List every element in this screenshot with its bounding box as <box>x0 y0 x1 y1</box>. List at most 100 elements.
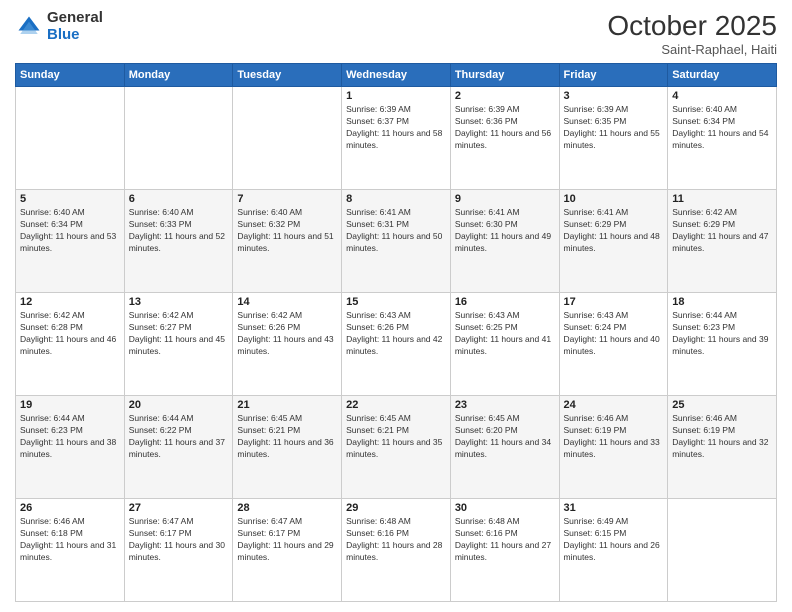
calendar-cell <box>16 87 125 190</box>
day-number: 1 <box>346 90 446 102</box>
calendar-cell: 16 Sunrise: 6:43 AMSunset: 6:25 PMDayligh… <box>450 293 559 396</box>
logo: General Blue <box>15 10 103 43</box>
day-info: Sunrise: 6:45 AMSunset: 6:21 PMDaylight:… <box>237 413 337 461</box>
calendar-cell: 13Sunrise: 6:42 AMSunset: 6:27 PMDayligh… <box>124 293 233 396</box>
calendar-cell: 19 Sunrise: 6:44 AMSunset: 6:23 PMDayligh… <box>16 396 125 499</box>
calendar-cell: 24 Sunrise: 6:46 AMSunset: 6:19 PMDayligh… <box>559 396 668 499</box>
day-info: Sunrise: 6:40 AMSunset: 6:32 PMDaylight:… <box>237 207 337 255</box>
day-info: Sunrise: 6:46 AMSunset: 6:18 PMDaylight:… <box>20 516 120 564</box>
day-number: 13 <box>129 296 229 308</box>
day-number: 19 <box>20 399 120 411</box>
calendar-cell: 11 Sunrise: 6:42 AMSunset: 6:29 PMDayligh… <box>668 190 777 293</box>
day-number: 14 <box>237 296 337 308</box>
calendar-cell <box>668 499 777 602</box>
header: General Blue October 2025 Saint-Raphael,… <box>15 10 777 57</box>
day-number: 10 <box>564 193 664 205</box>
day-number: 18 <box>672 296 772 308</box>
calendar-cell: 7 Sunrise: 6:40 AMSunset: 6:32 PMDaylight… <box>233 190 342 293</box>
column-header-friday: Friday <box>559 64 668 87</box>
day-info: Sunrise: 6:42 AMSunset: 6:29 PMDaylight:… <box>672 207 772 255</box>
logo-text: General Blue <box>47 10 103 43</box>
day-number: 30 <box>455 502 555 514</box>
calendar-cell: 17 Sunrise: 6:43 AMSunset: 6:24 PMDayligh… <box>559 293 668 396</box>
day-number: 28 <box>237 502 337 514</box>
calendar-cell: 15Sunrise: 6:43 AMSunset: 6:26 PMDayligh… <box>342 293 451 396</box>
day-info: Sunrise: 6:43 AMSunset: 6:26 PMDaylight:… <box>346 310 446 358</box>
day-info: Sunrise: 6:44 AMSunset: 6:23 PMDaylight:… <box>20 413 120 461</box>
day-info: Sunrise: 6:42 AMSunset: 6:26 PMDaylight:… <box>237 310 337 358</box>
column-header-monday: Monday <box>124 64 233 87</box>
calendar-week-row: 26 Sunrise: 6:46 AMSunset: 6:18 PMDayligh… <box>16 499 777 602</box>
logo-icon <box>15 13 43 41</box>
calendar-week-row: 5Sunrise: 6:40 AMSunset: 6:34 PMDaylight… <box>16 190 777 293</box>
day-info: Sunrise: 6:48 AMSunset: 6:16 PMDaylight:… <box>346 516 446 564</box>
day-info: Sunrise: 6:40 AMSunset: 6:34 PMDaylight:… <box>672 104 772 152</box>
column-header-thursday: Thursday <box>450 64 559 87</box>
day-info: Sunrise: 6:41 AMSunset: 6:31 PMDaylight:… <box>346 207 446 255</box>
calendar-cell: 22 Sunrise: 6:45 AMSunset: 6:21 PMDayligh… <box>342 396 451 499</box>
day-info: Sunrise: 6:40 AMSunset: 6:34 PMDaylight:… <box>20 207 120 255</box>
logo-general-text: General <box>47 10 103 27</box>
calendar-week-row: 12 Sunrise: 6:42 AMSunset: 6:28 PMDayligh… <box>16 293 777 396</box>
day-info: Sunrise: 6:43 AMSunset: 6:24 PMDaylight:… <box>564 310 664 358</box>
day-number: 21 <box>237 399 337 411</box>
day-number: 12 <box>20 296 120 308</box>
calendar-cell: 23Sunrise: 6:45 AMSunset: 6:20 PMDayligh… <box>450 396 559 499</box>
column-header-tuesday: Tuesday <box>233 64 342 87</box>
calendar-cell: 4 Sunrise: 6:40 AMSunset: 6:34 PMDaylight… <box>668 87 777 190</box>
day-number: 9 <box>455 193 555 205</box>
day-number: 26 <box>20 502 120 514</box>
day-number: 31 <box>564 502 664 514</box>
day-number: 24 <box>564 399 664 411</box>
day-info: Sunrise: 6:45 AMSunset: 6:21 PMDaylight:… <box>346 413 446 461</box>
calendar-cell: 3Sunrise: 6:39 AMSunset: 6:35 PMDaylight… <box>559 87 668 190</box>
location-subtitle: Saint-Raphael, Haiti <box>607 42 777 57</box>
day-info: Sunrise: 6:47 AMSunset: 6:17 PMDaylight:… <box>237 516 337 564</box>
column-header-wednesday: Wednesday <box>342 64 451 87</box>
day-number: 16 <box>455 296 555 308</box>
day-number: 25 <box>672 399 772 411</box>
day-info: Sunrise: 6:44 AMSunset: 6:22 PMDaylight:… <box>129 413 229 461</box>
calendar-cell: 29 Sunrise: 6:48 AMSunset: 6:16 PMDayligh… <box>342 499 451 602</box>
calendar-cell: 6 Sunrise: 6:40 AMSunset: 6:33 PMDaylight… <box>124 190 233 293</box>
day-number: 11 <box>672 193 772 205</box>
day-info: Sunrise: 6:43 AMSunset: 6:25 PMDaylight:… <box>455 310 555 358</box>
calendar-cell: 9Sunrise: 6:41 AMSunset: 6:30 PMDaylight… <box>450 190 559 293</box>
day-number: 4 <box>672 90 772 102</box>
calendar-cell: 20 Sunrise: 6:44 AMSunset: 6:22 PMDayligh… <box>124 396 233 499</box>
page: General Blue October 2025 Saint-Raphael,… <box>0 0 792 612</box>
day-number: 8 <box>346 193 446 205</box>
calendar-cell <box>233 87 342 190</box>
day-info: Sunrise: 6:45 AMSunset: 6:20 PMDaylight:… <box>455 413 555 461</box>
day-info: Sunrise: 6:39 AMSunset: 6:37 PMDaylight:… <box>346 104 446 152</box>
day-info: Sunrise: 6:41 AMSunset: 6:29 PMDaylight:… <box>564 207 664 255</box>
day-number: 7 <box>237 193 337 205</box>
calendar-cell: 31Sunrise: 6:49 AMSunset: 6:15 PMDayligh… <box>559 499 668 602</box>
day-info: Sunrise: 6:42 AMSunset: 6:28 PMDaylight:… <box>20 310 120 358</box>
calendar-cell: 1 Sunrise: 6:39 AMSunset: 6:37 PMDaylight… <box>342 87 451 190</box>
day-info: Sunrise: 6:46 AMSunset: 6:19 PMDaylight:… <box>564 413 664 461</box>
calendar-cell: 30 Sunrise: 6:48 AMSunset: 6:16 PMDayligh… <box>450 499 559 602</box>
month-title: October 2025 <box>607 10 777 42</box>
calendar-cell: 2Sunrise: 6:39 AMSunset: 6:36 PMDaylight… <box>450 87 559 190</box>
calendar-week-row: 1 Sunrise: 6:39 AMSunset: 6:37 PMDaylight… <box>16 87 777 190</box>
calendar-cell: 5Sunrise: 6:40 AMSunset: 6:34 PMDaylight… <box>16 190 125 293</box>
day-number: 29 <box>346 502 446 514</box>
logo-blue-text: Blue <box>47 27 103 44</box>
column-header-saturday: Saturday <box>668 64 777 87</box>
day-info: Sunrise: 6:46 AMSunset: 6:19 PMDaylight:… <box>672 413 772 461</box>
day-number: 6 <box>129 193 229 205</box>
calendar-cell: 25 Sunrise: 6:46 AMSunset: 6:19 PMDayligh… <box>668 396 777 499</box>
day-info: Sunrise: 6:39 AMSunset: 6:35 PMDaylight:… <box>564 104 664 152</box>
day-info: Sunrise: 6:47 AMSunset: 6:17 PMDaylight:… <box>129 516 229 564</box>
day-number: 20 <box>129 399 229 411</box>
day-info: Sunrise: 6:40 AMSunset: 6:33 PMDaylight:… <box>129 207 229 255</box>
calendar-cell: 28 Sunrise: 6:47 AMSunset: 6:17 PMDayligh… <box>233 499 342 602</box>
day-info: Sunrise: 6:48 AMSunset: 6:16 PMDaylight:… <box>455 516 555 564</box>
day-number: 22 <box>346 399 446 411</box>
calendar-cell <box>124 87 233 190</box>
calendar-cell: 18 Sunrise: 6:44 AMSunset: 6:23 PMDayligh… <box>668 293 777 396</box>
calendar-table: SundayMondayTuesdayWednesdayThursdayFrid… <box>15 63 777 602</box>
day-number: 17 <box>564 296 664 308</box>
day-info: Sunrise: 6:44 AMSunset: 6:23 PMDaylight:… <box>672 310 772 358</box>
